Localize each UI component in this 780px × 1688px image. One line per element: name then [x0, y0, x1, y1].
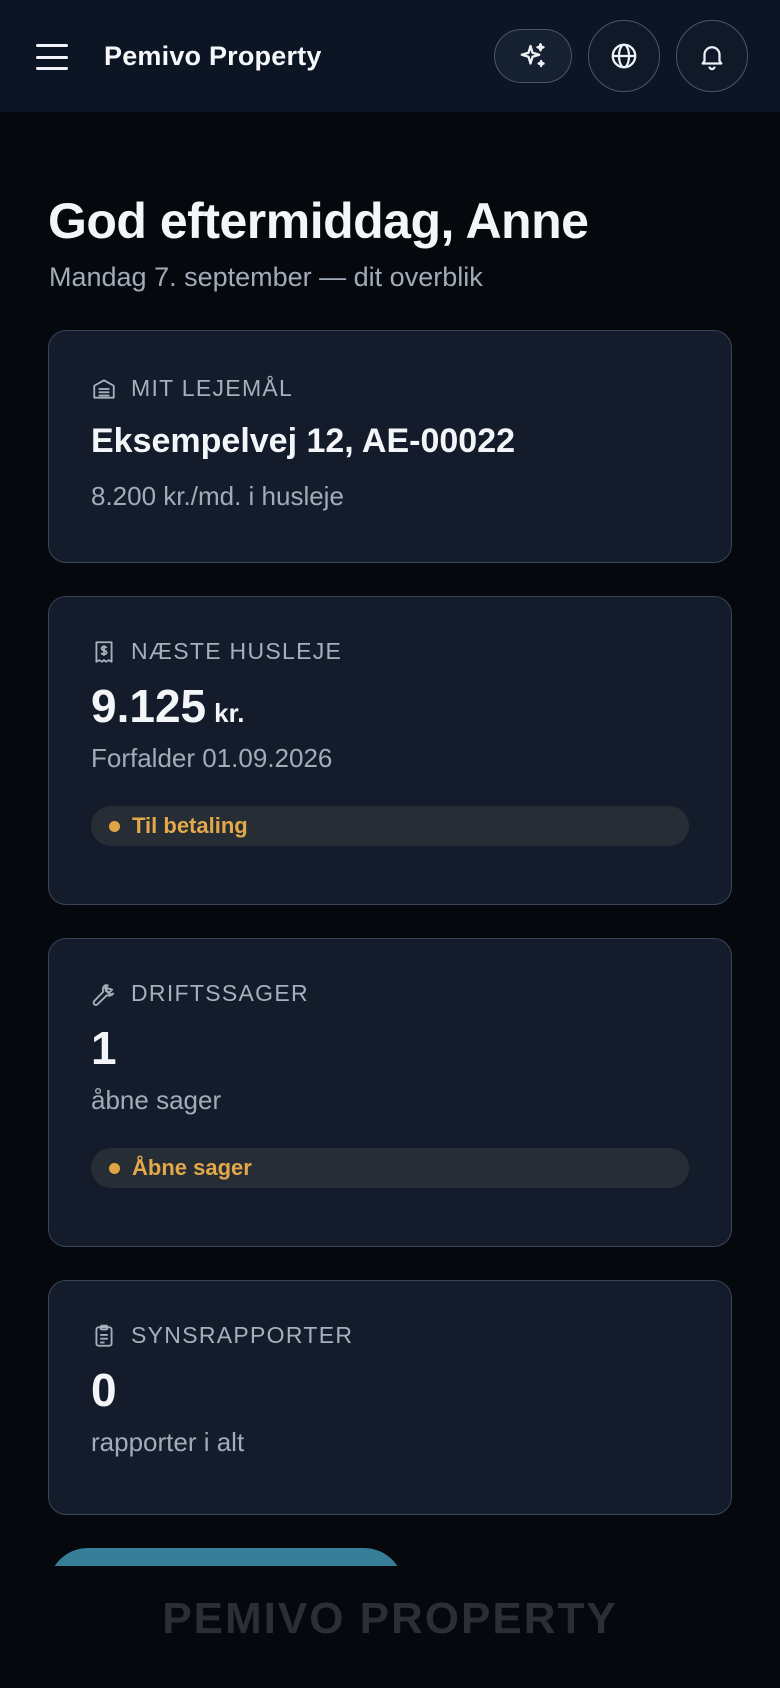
footer-watermark: PEMIVO PROPERTY: [162, 1594, 618, 1643]
inspections-card-header: SYNSRAPPORTER: [91, 1322, 689, 1349]
status-dot-icon: [109, 1162, 120, 1174]
next-rent-unit: kr.: [214, 698, 245, 728]
next-rent-value: 9.125: [91, 680, 207, 732]
next-rent-card[interactable]: NÆSTE HUSLEJE 9.125 kr. Forfalder 01.09.2…: [48, 596, 732, 905]
operations-card-header: DRIFTSSAGER: [91, 980, 689, 1007]
next-rent-status: Til betaling: [132, 813, 248, 838]
inspections-card[interactable]: SYNSRAPPORTER 0 rapporter i alt: [48, 1280, 732, 1515]
lease-rent: 8.200 kr./md. i husleje: [91, 481, 344, 511]
lease-card-header: MIT LEJEMÅL: [91, 375, 689, 402]
building-icon: [93, 378, 115, 399]
operations-status: Åbne sager: [132, 1155, 252, 1180]
operations-sub: åbne sager: [91, 1085, 222, 1115]
lease-card-label: MIT LEJEMÅL: [131, 375, 294, 401]
language-button[interactable]: [588, 20, 660, 92]
next-rent-card-label: NÆSTE HUSLEJE: [131, 638, 343, 664]
operations-count: 1: [91, 1022, 117, 1074]
operations-status-badge: Åbne sager: [91, 1148, 689, 1188]
operations-card-label: DRIFTSSAGER: [131, 980, 309, 1006]
next-rent-amount: 9.125 kr.: [91, 679, 689, 733]
app-title: Pemivo Property: [104, 40, 322, 71]
notifications-button[interactable]: [676, 20, 748, 92]
status-dot-icon: [109, 820, 120, 832]
lease-card[interactable]: MIT LEJEMÅL Eksempelvej 12, AE-00022 8.2…: [48, 330, 732, 563]
sparkle-icon: [520, 43, 545, 68]
globe-icon: [611, 43, 637, 69]
greeting-title: God eftermiddag, Anne: [48, 193, 589, 249]
hamburger-menu-icon[interactable]: [36, 44, 68, 70]
header-actions: [494, 20, 748, 92]
greeting-subtitle: Mandag 7. september — dit overblik: [49, 262, 483, 292]
next-rent-card-header: NÆSTE HUSLEJE: [91, 638, 689, 665]
receipt-icon: [95, 640, 113, 663]
inspections-count: 0: [91, 1364, 117, 1416]
clipboard-icon: [95, 1324, 113, 1347]
wrench-icon: [92, 983, 115, 1006]
next-rent-due: Forfalder 01.09.2026: [91, 743, 333, 773]
inspections-sub: rapporter i alt: [91, 1427, 245, 1457]
operations-card[interactable]: DRIFTSSAGER 1 åbne sager Åbne sager: [48, 938, 732, 1247]
ai-assistant-button[interactable]: [494, 29, 572, 83]
inspections-card-label: SYNSRAPPORTER: [131, 1322, 354, 1348]
top-bar: Pemivo Property: [0, 0, 780, 112]
next-rent-status-badge: Til betaling: [91, 806, 689, 846]
lease-address: Eksempelvej 12, AE-00022: [91, 422, 516, 460]
bell-icon: [701, 46, 723, 71]
